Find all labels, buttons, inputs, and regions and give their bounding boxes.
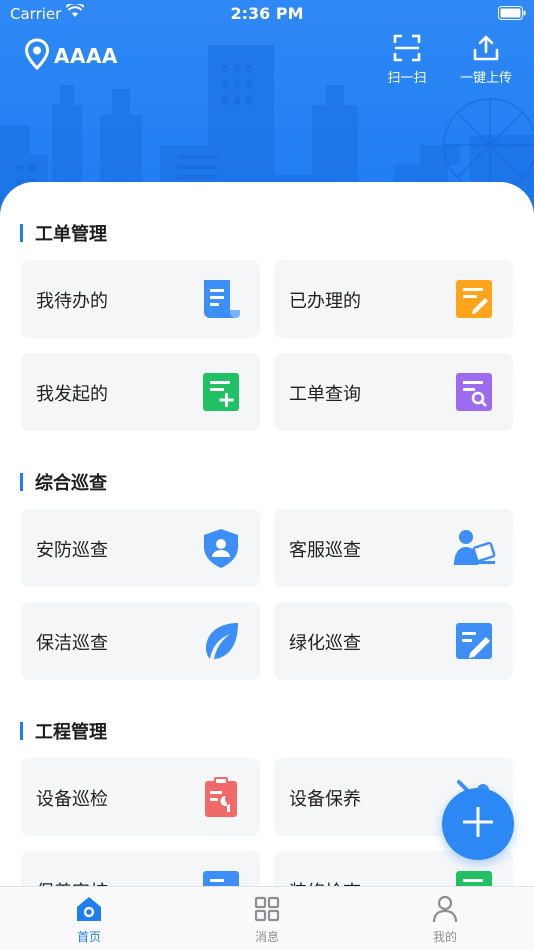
- security-shield-icon: [200, 527, 242, 569]
- status-bar: Carrier 2:36 PM: [0, 0, 534, 30]
- tile-label: 装修检查: [289, 878, 361, 886]
- tile-label: 我待办的: [36, 291, 108, 312]
- plus-icon: [461, 805, 495, 843]
- home-icon: [75, 895, 103, 923]
- section-accent-bar: [20, 722, 23, 740]
- tile-equipment-inspection[interactable]: 设备巡检: [21, 758, 260, 836]
- section-title-inspection: 综合巡查: [20, 469, 107, 495]
- document-search-icon: [453, 371, 495, 413]
- clipboard-wrench-icon: [200, 776, 242, 818]
- add-fab-button[interactable]: [442, 788, 514, 860]
- section-title-work-orders: 工单管理: [20, 220, 107, 246]
- user-icon: [431, 895, 459, 923]
- battery-icon: [498, 6, 526, 24]
- upload-label: 一键上传: [459, 71, 512, 86]
- tile-label: 工单查询: [289, 384, 361, 405]
- tab-home[interactable]: 首页: [0, 887, 178, 950]
- tab-label: 我的: [432, 930, 457, 944]
- tab-messages[interactable]: 消息: [178, 887, 356, 950]
- location-name: AAAA: [54, 44, 118, 68]
- scan-label: 扫一扫: [387, 71, 427, 86]
- tile-security-patrol[interactable]: 安防巡查: [21, 509, 260, 587]
- tile-label: 安防巡查: [36, 540, 108, 561]
- status-time: 2:36 PM: [230, 4, 304, 23]
- tile-completed[interactable]: 已办理的: [274, 260, 513, 338]
- tab-label: 首页: [76, 930, 101, 944]
- tile-greening-patrol[interactable]: 绿化巡查: [274, 602, 513, 680]
- section-accent-bar: [20, 473, 23, 491]
- grid-icon: [253, 895, 281, 923]
- main-content: 工单管理 我待办的 已办理的 我发起的 工单查询 综合巡查 安防巡查 客服巡查 …: [0, 182, 534, 886]
- customer-service-icon: [453, 527, 496, 569]
- section-title-engineering: 工程管理: [20, 718, 107, 744]
- location-pin-icon: [24, 38, 50, 74]
- tile-label: 绿化巡查: [289, 633, 361, 654]
- tile-cleaning-patrol[interactable]: 保洁巡查: [21, 602, 260, 680]
- tile-label: 客服巡查: [289, 540, 361, 561]
- upload-button[interactable]: 一键上传: [455, 34, 517, 86]
- leaf-icon: [200, 620, 242, 662]
- tile-customer-service-patrol[interactable]: 客服巡查: [274, 509, 513, 587]
- document-add-icon: [200, 371, 242, 413]
- location-selector[interactable]: AAAA: [24, 38, 118, 74]
- document-edit-icon: [453, 278, 495, 320]
- review-icon: [200, 869, 242, 886]
- tile-label: 保养审核: [36, 878, 108, 886]
- tab-label: 消息: [254, 930, 279, 944]
- section-title-text: 综合巡查: [35, 473, 107, 494]
- tile-label: 设备巡检: [36, 789, 108, 810]
- section-accent-bar: [20, 224, 23, 242]
- scan-button[interactable]: 扫一扫: [384, 34, 430, 86]
- tile-label: 我发起的: [36, 384, 108, 405]
- edit-square-icon: [453, 620, 495, 662]
- tile-label: 已办理的: [289, 291, 361, 312]
- section-title-text: 工程管理: [35, 722, 107, 743]
- tile-order-query[interactable]: 工单查询: [274, 353, 513, 431]
- upload-icon: [472, 35, 500, 66]
- document-list-icon: [200, 278, 242, 320]
- tile-label: 设备保养: [289, 789, 361, 810]
- tile-initiated[interactable]: 我发起的: [21, 353, 260, 431]
- bottom-tab-bar: 首页 消息 我的: [0, 886, 534, 950]
- scan-icon: [393, 34, 421, 66]
- tile-maintenance-review[interactable]: 保养审核: [21, 851, 260, 886]
- inspection-icon: [453, 869, 495, 886]
- section-title-text: 工单管理: [35, 224, 107, 245]
- tab-profile[interactable]: 我的: [356, 887, 534, 950]
- tile-my-todo[interactable]: 我待办的: [21, 260, 260, 338]
- tile-label: 保洁巡查: [36, 633, 108, 654]
